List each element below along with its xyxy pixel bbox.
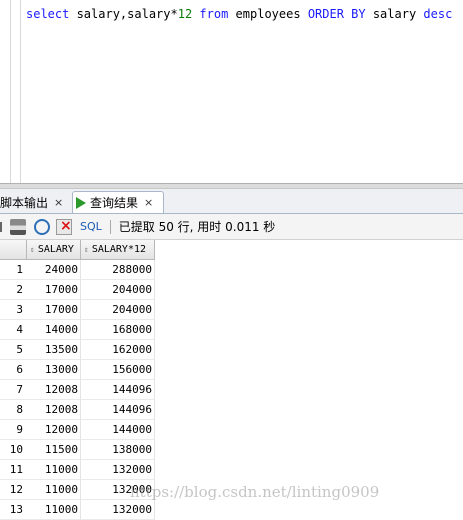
close-icon[interactable]: × xyxy=(54,196,63,209)
row-number: 2 xyxy=(0,280,27,300)
row-number: 7 xyxy=(0,380,27,400)
table-row[interactable]: 6 13000 156000 xyxy=(0,360,155,380)
cell-annual-salary[interactable]: 168000 xyxy=(81,320,155,340)
table-row[interactable]: 7 12008 144096 xyxy=(0,380,155,400)
fetch-status: 已提取 50 行, 用时 0.011 秒 xyxy=(118,220,276,234)
sql-token: 12 xyxy=(177,7,193,21)
row-number: 5 xyxy=(0,340,27,360)
cell-annual-salary[interactable]: 132000 xyxy=(81,500,155,520)
sql-token: employees xyxy=(228,7,308,21)
refresh-icon[interactable] xyxy=(34,218,50,235)
sql-token: ORDER BY xyxy=(307,7,366,21)
print-icon[interactable] xyxy=(10,218,26,235)
cell-annual-salary[interactable]: 156000 xyxy=(81,360,155,380)
sort-icon[interactable]: ⇕ xyxy=(30,245,35,254)
table-row[interactable]: 8 12008 144096 xyxy=(0,400,155,420)
cell-annual-salary[interactable]: 288000 xyxy=(81,260,155,280)
table-row[interactable]: 2 17000 204000 xyxy=(0,280,155,300)
cell-annual-salary[interactable]: 132000 xyxy=(81,460,155,480)
cell-salary[interactable]: 13500 xyxy=(27,340,81,360)
cell-annual-salary[interactable]: 204000 xyxy=(81,300,155,320)
table-row[interactable]: 13 11000 132000 xyxy=(0,500,155,520)
cancel-icon[interactable] xyxy=(56,218,72,235)
sql-token: desc xyxy=(423,7,453,21)
result-tab-bar: 脚本输出 × 查询结果 × xyxy=(0,189,463,214)
cell-salary[interactable]: 12008 xyxy=(27,400,81,420)
table-row[interactable]: 10 11500 138000 xyxy=(0,440,155,460)
gutter-divider xyxy=(20,0,21,183)
cell-annual-salary[interactable]: 144096 xyxy=(81,400,155,420)
watermark: https://blog.csdn.net/linting0909 xyxy=(130,483,380,501)
cell-salary[interactable]: 11000 xyxy=(27,460,81,480)
sql-button[interactable]: SQL xyxy=(80,220,102,233)
row-number: 9 xyxy=(0,420,27,440)
tab-script-output-label: 脚本输出 xyxy=(0,195,49,210)
tab-script-output[interactable]: 脚本输出 × xyxy=(0,191,70,213)
tab-query-result-label: 查询结果 xyxy=(90,196,139,210)
tab-query-result[interactable]: 查询结果 × xyxy=(72,191,164,213)
results-grid[interactable]: ⇕ SALARY ⇕ SALARY*12 1 24000 288000 2 17000 2… xyxy=(0,240,463,520)
cell-annual-salary[interactable]: 204000 xyxy=(81,280,155,300)
sql-token: salary xyxy=(365,7,424,21)
row-number-header xyxy=(0,240,27,260)
pin-icon[interactable] xyxy=(0,221,2,232)
table-row[interactable]: 11 11000 132000 xyxy=(0,460,155,480)
column-header-label: SALARY*12 xyxy=(91,244,147,255)
row-number: 10 xyxy=(0,440,27,460)
sql-token: from xyxy=(199,7,229,21)
cell-salary[interactable]: 11500 xyxy=(27,440,81,460)
row-number: 6 xyxy=(0,360,27,380)
sql-statement-line[interactable]: select salary,salary*12 from employees O… xyxy=(26,7,452,21)
cell-salary[interactable]: 24000 xyxy=(27,260,81,280)
sql-token: salary,salary* xyxy=(69,7,178,21)
cell-salary[interactable]: 17000 xyxy=(27,300,81,320)
cell-salary[interactable]: 12008 xyxy=(27,380,81,400)
row-number: 4 xyxy=(0,320,27,340)
cell-salary[interactable]: 14000 xyxy=(27,320,81,340)
play-icon xyxy=(76,196,86,209)
sql-token: select xyxy=(26,7,70,21)
column-header-annual-salary[interactable]: ⇕ SALARY*12 xyxy=(81,240,155,260)
table-row[interactable]: 1 24000 288000 xyxy=(0,260,155,280)
table-row[interactable]: 4 14000 168000 xyxy=(0,320,155,340)
column-header-salary[interactable]: ⇕ SALARY xyxy=(27,240,81,260)
row-number: 8 xyxy=(0,400,27,420)
close-icon[interactable]: × xyxy=(144,196,153,209)
row-number: 3 xyxy=(0,300,27,320)
table-row[interactable]: 3 17000 204000 xyxy=(0,300,155,320)
cell-annual-salary[interactable]: 138000 xyxy=(81,440,155,460)
cell-salary[interactable]: 13000 xyxy=(27,360,81,380)
gutter-divider xyxy=(10,0,11,183)
row-number: 12 xyxy=(0,480,27,500)
table-row[interactable]: 5 13500 162000 xyxy=(0,340,155,360)
cell-salary[interactable]: 17000 xyxy=(27,280,81,300)
cell-annual-salary[interactable]: 144000 xyxy=(81,420,155,440)
row-number: 11 xyxy=(0,460,27,480)
cell-annual-salary[interactable]: 162000 xyxy=(81,340,155,360)
table-row[interactable]: 9 12000 144000 xyxy=(0,420,155,440)
sql-editor[interactable]: select salary,salary*12 from employees O… xyxy=(0,0,463,183)
row-number: 13 xyxy=(0,500,27,520)
cell-salary[interactable]: 11000 xyxy=(27,500,81,520)
cell-annual-salary[interactable]: 144096 xyxy=(81,380,155,400)
cell-salary[interactable]: 11000 xyxy=(27,480,81,500)
cell-salary[interactable]: 12000 xyxy=(27,420,81,440)
sort-icon[interactable]: ⇕ xyxy=(84,245,89,254)
column-header-label: SALARY xyxy=(37,244,74,255)
row-number: 1 xyxy=(0,260,27,280)
toolbar-divider xyxy=(109,219,111,234)
result-toolbar: SQL 已提取 50 行, 用时 0.011 秒 xyxy=(0,214,463,240)
